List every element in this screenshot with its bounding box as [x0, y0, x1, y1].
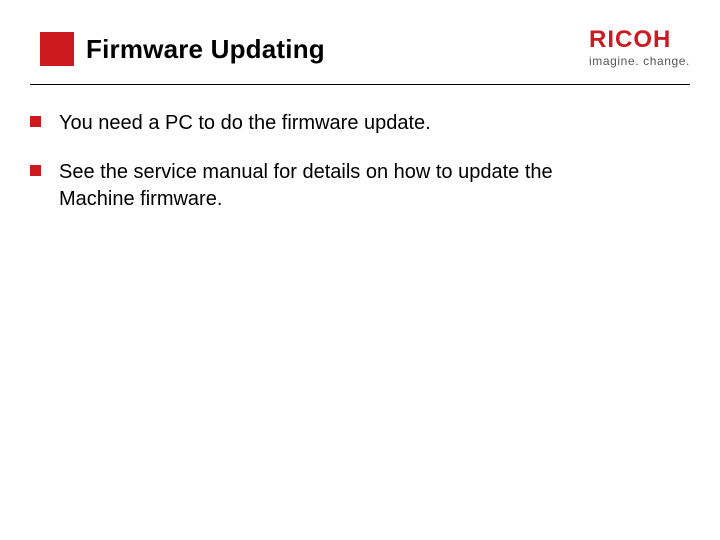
- brand-name: RICOH: [589, 28, 690, 52]
- bullet-text: You need a PC to do the firmware update.: [59, 110, 431, 137]
- title-accent-square-icon: [40, 32, 74, 66]
- bullet-square-icon: [30, 165, 41, 176]
- slide-content: You need a PC to do the firmware update.…: [30, 110, 690, 235]
- brand-tagline: imagine. change.: [589, 54, 690, 68]
- header-divider: [30, 84, 690, 85]
- bullet-square-icon: [30, 116, 41, 127]
- list-item: See the service manual for details on ho…: [30, 159, 690, 213]
- brand-logo: RICOH imagine. change.: [589, 28, 690, 68]
- bullet-text: See the service manual for details on ho…: [59, 159, 619, 213]
- slide-header: Firmware Updating RICOH imagine. change.: [0, 0, 720, 90]
- list-item: You need a PC to do the firmware update.: [30, 110, 690, 137]
- slide-title: Firmware Updating: [86, 34, 325, 65]
- slide: Firmware Updating RICOH imagine. change.…: [0, 0, 720, 540]
